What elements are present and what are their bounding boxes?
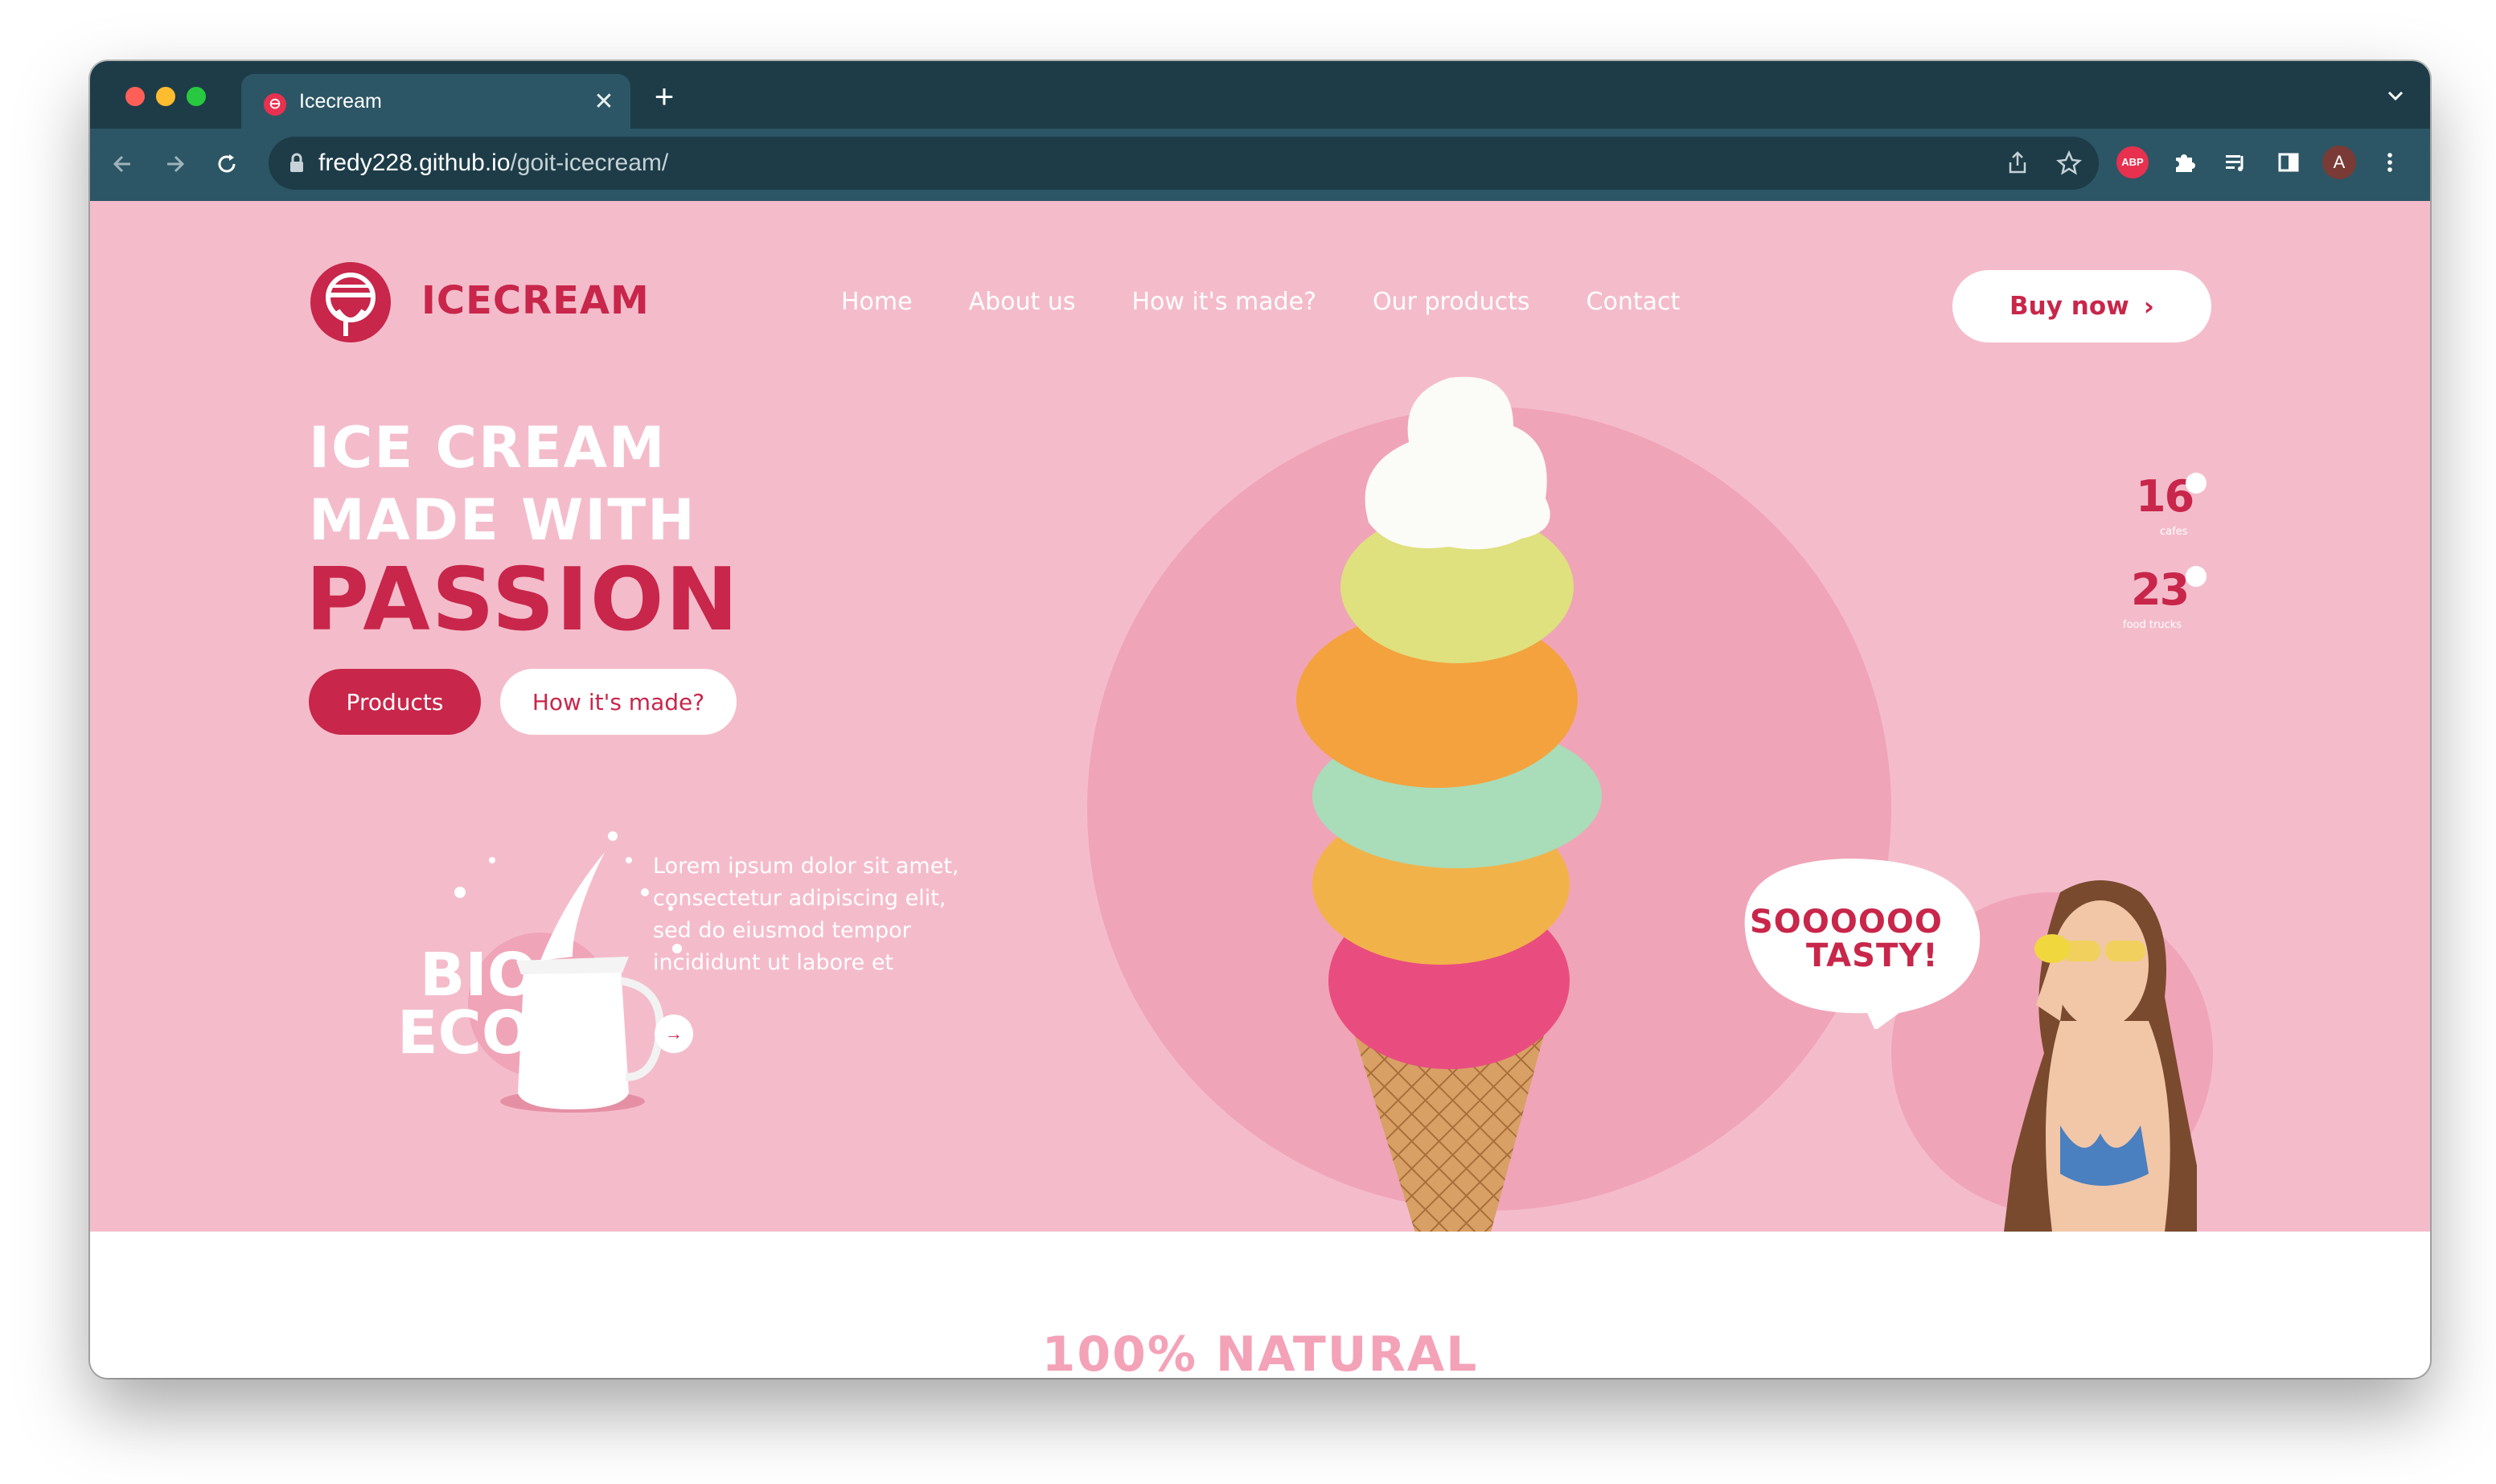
browser-window: Icecream ✕ + fredy228.github.io/goit-ice… [90, 61, 2430, 1378]
share-icon[interactable] [2004, 150, 2031, 177]
brand-name[interactable]: ICECREAM [421, 278, 650, 323]
stat-food-trucks-value: 23 [2131, 564, 2190, 615]
browser-toolbar: fredy228.github.io/goit-icecream/ ABP A [90, 129, 2430, 201]
nav-how-its-made[interactable]: How it's made? [1131, 288, 1316, 316]
buy-now-button[interactable]: Buy now › [1952, 270, 2211, 342]
main-nav: Home About us How it's made? Our product… [841, 288, 1736, 316]
address-bar[interactable]: fredy228.github.io/goit-icecream/ [269, 137, 2099, 190]
minimize-window-button[interactable] [156, 87, 175, 106]
media-icon[interactable] [2219, 146, 2252, 178]
how-its-made-button[interactable]: How it's made? [500, 669, 737, 735]
maximize-window-button[interactable] [187, 87, 206, 106]
ice-cream-cone-image [1296, 376, 1602, 1232]
hero-title-line-2: MADE WITH [309, 487, 696, 553]
nav-about-us[interactable]: About us [969, 288, 1076, 316]
nav-our-products[interactable]: Our products [1373, 288, 1530, 316]
nav-contact[interactable]: Contact [1587, 288, 1681, 316]
favicon-icon [264, 93, 286, 116]
products-button[interactable]: Products [309, 669, 481, 735]
nav-home[interactable]: Home [841, 288, 913, 316]
stat-dot [2186, 473, 2207, 494]
chevron-right-icon: › [2143, 291, 2154, 322]
forward-icon[interactable] [159, 148, 191, 180]
stat-cafes-value: 16 [2136, 471, 2194, 522]
girl-eating-icecream-image [2004, 880, 2197, 1232]
tab-title: Icecream [299, 90, 382, 113]
close-icon[interactable]: ✕ [590, 88, 618, 116]
adblock-extension[interactable]: ABP [2116, 146, 2149, 178]
kebab-icon[interactable] [2374, 146, 2406, 178]
stat-food-trucks-caption: food trucks [2123, 619, 2182, 631]
bubble-text-line-1: SOOOOOO [1750, 904, 1943, 941]
url-text: fredy228.github.io/goit-icecream/ [318, 150, 669, 176]
puzzle-icon[interactable] [2168, 146, 2200, 178]
hero-section: ICECREAM Home About us How it's made? Ou… [90, 201, 2430, 1232]
lock-icon [290, 153, 303, 172]
bio-description: Lorem ipsum dolor sit amet, consectetur … [653, 854, 959, 975]
arrow-right-icon[interactable]: → [655, 1015, 693, 1053]
chevron-down-icon[interactable] [2383, 84, 2408, 108]
reload-icon[interactable] [211, 148, 243, 180]
back-icon[interactable] [106, 148, 138, 180]
close-window-button[interactable] [125, 87, 145, 106]
tab-bar: Icecream ✕ + [90, 61, 2430, 129]
buy-now-label: Buy now [2010, 292, 2129, 321]
hero-title-line-1: ICE CREAM [309, 415, 667, 481]
avatar[interactable]: A [2322, 146, 2356, 179]
stat-dot [2186, 566, 2207, 587]
hero-title-line-3: PASSION [306, 550, 740, 650]
side-panel-icon[interactable] [2272, 146, 2305, 178]
bubble-text-line-2: TASTY! [1806, 937, 1939, 974]
icecream-logo-icon[interactable] [309, 260, 392, 344]
section-title-natural: 100% NATURAL [1041, 1326, 1479, 1378]
stat-cafes-caption: cafes [2160, 526, 2188, 538]
plus-icon[interactable]: + [647, 79, 682, 114]
web-page: ICECREAM Home About us How it's made? Ou… [90, 201, 2430, 1378]
tab-icecream[interactable]: Icecream ✕ [241, 74, 630, 129]
star-icon[interactable] [2055, 150, 2083, 177]
eco-word: ECO [397, 998, 532, 1068]
milk-jug-illustration: BIO ECO [397, 831, 682, 1113]
